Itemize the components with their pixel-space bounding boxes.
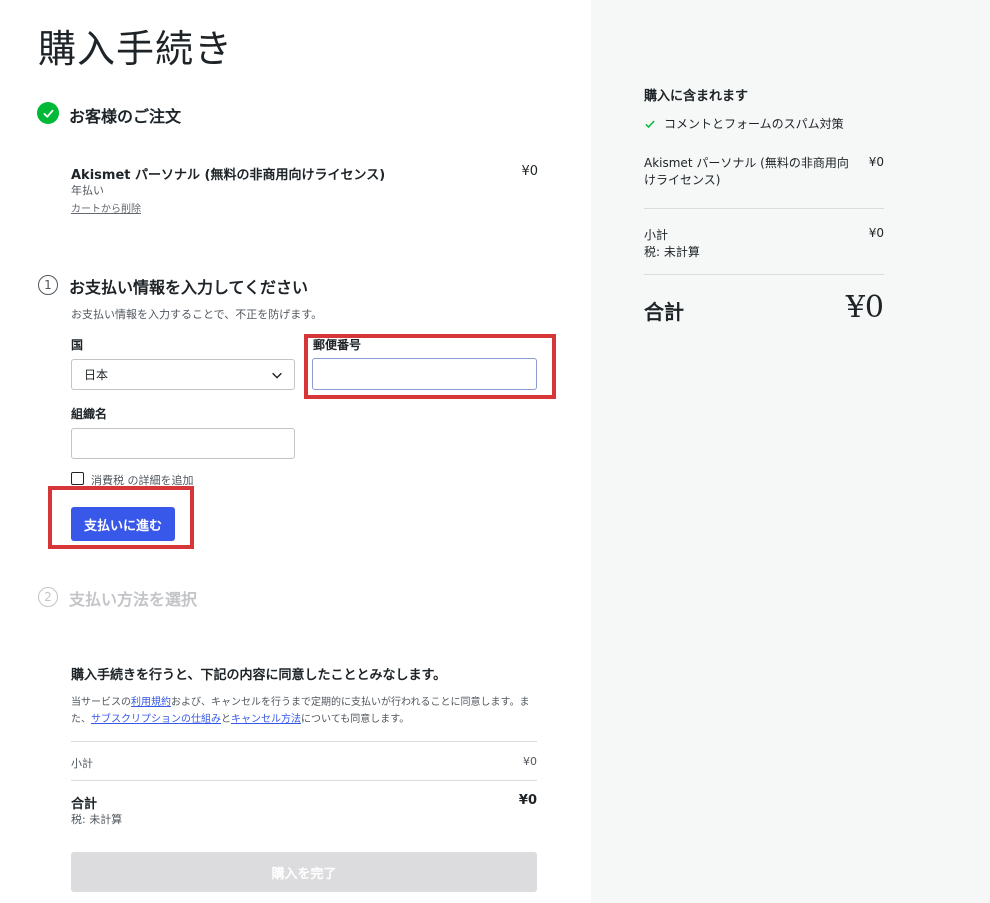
checkmark-icon	[645, 119, 655, 128]
divider	[71, 741, 537, 742]
country-value: 日本	[84, 368, 109, 382]
subtotal-label: 小計	[71, 757, 93, 770]
checkout-main: 購入手続き お客様のご注文 Akismet パーソナル (無料の非商用向けライセ…	[0, 0, 591, 903]
country-label: 国	[71, 338, 84, 352]
postal-code-input[interactable]	[312, 358, 537, 390]
payment-info-description: お支払い情報を入力することで、不正を防げます。	[71, 308, 323, 321]
tax-details-label[interactable]: 消費税 の詳細を追加	[91, 472, 194, 488]
terms-text: 当サービスの利用規約および、キャンセルを行うまで定期的に支払いが行われることに同…	[71, 697, 530, 725]
postal-code-label: 郵便番号	[313, 338, 362, 352]
complete-purchase-button[interactable]: 購入を完了	[71, 852, 537, 892]
cancel-method-link[interactable]: キャンセル方法	[231, 714, 301, 725]
sidebar-total-value: ¥0	[845, 290, 884, 325]
sidebar-product-name: Akismet パーソナル (無料の非商用向けライセンス)	[644, 156, 849, 187]
divider	[644, 274, 884, 275]
page-title: 購入手続き	[38, 27, 234, 71]
terms-heading: 購入手続きを行うと、下記の内容に同意したこととみなします。	[71, 668, 447, 683]
feature-item: コメントとフォームのスパム対策	[644, 115, 844, 132]
terms-of-service-link[interactable]: 利用規約	[131, 697, 171, 708]
subtotal-value: ¥0	[523, 755, 537, 768]
product-name: Akismet パーソナル (無料の非商用向けライセンス)	[71, 168, 386, 183]
divider	[71, 780, 537, 781]
sidebar-subtotal-label: 小計	[644, 228, 669, 242]
country-select[interactable]: 日本	[71, 359, 295, 390]
divider	[644, 208, 884, 209]
step-number-2: 2	[38, 587, 58, 607]
sidebar-total-label: 合計	[644, 300, 684, 324]
order-summary-sidebar: 購入に含まれます コメントとフォームのスパム対策 Akismet パーソナル (…	[591, 0, 990, 903]
check-circle-icon	[37, 102, 59, 124]
payment-method-heading: 支払い方法を選択	[69, 590, 198, 609]
sidebar-subtotal-value: ¥0	[868, 226, 884, 240]
step-number-1: 1	[38, 275, 58, 295]
payment-info-heading: お支払い情報を入力してください	[69, 278, 309, 297]
feature-label: コメントとフォームのスパム対策	[664, 117, 844, 131]
continue-to-payment-button[interactable]: 支払いに進む	[71, 507, 175, 541]
order-heading: お客様のご注文	[69, 107, 182, 126]
remove-from-cart-link[interactable]: カートから削除	[71, 200, 141, 215]
organization-label: 組織名	[71, 407, 108, 421]
sidebar-product-price: ¥0	[868, 155, 884, 169]
total-value: ¥0	[518, 793, 537, 808]
sidebar-tax-note: 税: 未計算	[644, 245, 700, 259]
total-label: 合計	[71, 797, 98, 812]
product-price: ¥0	[521, 164, 538, 179]
tax-details-checkbox[interactable]	[71, 472, 84, 485]
billing-period: 年払い	[71, 184, 104, 197]
chevron-down-icon	[272, 372, 282, 379]
included-heading: 購入に含まれます	[644, 89, 749, 104]
tax-note: 税: 未計算	[71, 813, 123, 826]
organization-input[interactable]	[71, 428, 295, 459]
subscriptions-link[interactable]: サブスクリプションの仕組み	[91, 714, 221, 725]
